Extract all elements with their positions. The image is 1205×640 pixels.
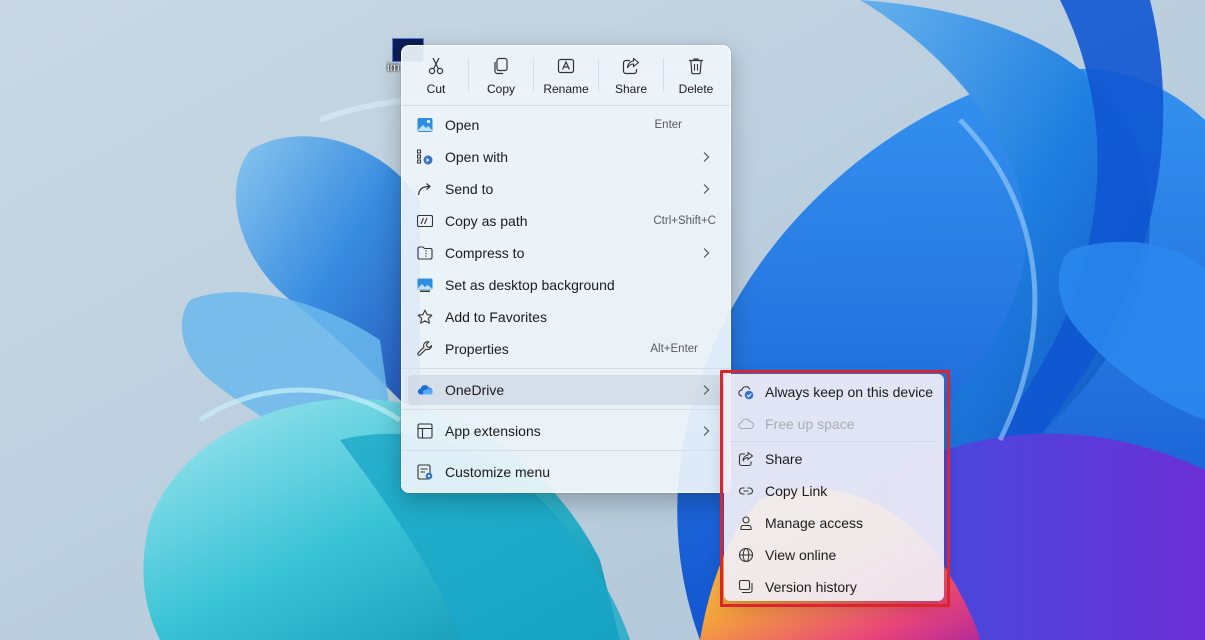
submenu-item-free-up-space: Free up space bbox=[730, 409, 938, 439]
menu-item-set-desktop-background[interactable]: Set as desktop background bbox=[408, 270, 724, 300]
context-menu: Cut Copy Rename Share Delete Open Enter … bbox=[401, 45, 731, 493]
menu-item-label: Open with bbox=[445, 149, 509, 165]
menu-item-label: Copy as path bbox=[445, 213, 528, 229]
submenu-item-label: View online bbox=[765, 547, 837, 563]
send-to-icon bbox=[417, 183, 431, 196]
menu-separator bbox=[402, 409, 730, 410]
submenu-item-label: Copy Link bbox=[765, 483, 828, 499]
submenu-item-view-online[interactable]: View online bbox=[730, 540, 938, 570]
cloud-check-icon bbox=[738, 386, 754, 400]
image-icon bbox=[417, 118, 433, 132]
shortcut-text: Alt+Enter bbox=[650, 343, 698, 355]
toolbar-divider bbox=[663, 58, 664, 92]
delete-icon bbox=[689, 58, 703, 75]
submenu-item-label: Always keep on this device bbox=[765, 384, 934, 400]
chevron-right-icon bbox=[703, 385, 710, 395]
person-icon bbox=[740, 516, 752, 531]
submenu-separator bbox=[730, 441, 938, 442]
menu-item-app-extensions[interactable]: App extensions bbox=[408, 416, 724, 446]
menu-separator bbox=[402, 105, 730, 106]
share-button[interactable]: Share bbox=[603, 52, 659, 102]
star-icon bbox=[417, 309, 433, 324]
menu-separator bbox=[402, 368, 730, 369]
delete-label: Delete bbox=[678, 82, 714, 96]
desktop-file-label: im bbox=[387, 60, 400, 74]
menu-item-open[interactable]: Open Enter bbox=[408, 110, 724, 140]
menu-item-label: Open bbox=[445, 117, 480, 133]
submenu-item-label: Version history bbox=[765, 579, 857, 595]
link-icon bbox=[739, 487, 753, 495]
copy-path-icon bbox=[417, 214, 433, 228]
chevron-right-icon bbox=[703, 152, 710, 162]
submenu-item-version-history[interactable]: Version history bbox=[730, 572, 938, 602]
copy-button[interactable]: Copy bbox=[473, 52, 529, 102]
toolbar-divider bbox=[533, 58, 534, 92]
globe-icon bbox=[738, 547, 754, 563]
submenu-item-label: Manage access bbox=[765, 515, 864, 531]
chevron-right-icon bbox=[703, 184, 710, 194]
submenu-item-copy-link[interactable]: Copy Link bbox=[730, 476, 938, 506]
menu-item-label: OneDrive bbox=[445, 382, 505, 398]
menu-item-properties[interactable]: Properties Alt+Enter bbox=[408, 334, 724, 364]
menu-item-open-with[interactable]: Open with bbox=[408, 142, 724, 172]
shortcut-text: Ctrl+Shift+C bbox=[653, 215, 716, 227]
cloud-icon bbox=[738, 418, 754, 430]
menu-item-add-to-favorites[interactable]: Add to Favorites bbox=[408, 302, 724, 332]
version-history-icon bbox=[738, 579, 753, 594]
toolbar-divider bbox=[468, 58, 469, 92]
cut-label: Cut bbox=[426, 82, 446, 96]
menu-separator bbox=[402, 450, 730, 451]
rename-icon bbox=[557, 58, 575, 74]
zip-folder-icon bbox=[417, 246, 433, 260]
toolbar-divider bbox=[598, 58, 599, 92]
chevron-right-icon bbox=[703, 426, 710, 436]
menu-item-send-to[interactable]: Send to bbox=[408, 174, 724, 204]
cut-button[interactable]: Cut bbox=[408, 52, 464, 102]
menu-item-label: Compress to bbox=[445, 245, 525, 261]
submenu-item-share[interactable]: Share bbox=[730, 444, 938, 474]
menu-item-label: Set as desktop background bbox=[445, 277, 615, 293]
submenu-item-manage-access[interactable]: Manage access bbox=[730, 508, 938, 538]
menu-item-label: Customize menu bbox=[445, 464, 551, 480]
desktop-background-icon bbox=[417, 278, 433, 292]
chevron-right-icon bbox=[703, 248, 710, 258]
app-extensions-icon bbox=[417, 423, 433, 439]
menu-item-copy-as-path[interactable]: Copy as path Ctrl+Shift+C bbox=[408, 206, 724, 236]
share-label: Share bbox=[614, 82, 648, 96]
submenu-item-label: Free up space bbox=[765, 416, 855, 432]
menu-item-label: Properties bbox=[445, 341, 509, 357]
wrench-icon bbox=[417, 341, 433, 356]
open-with-icon bbox=[417, 149, 433, 165]
onedrive-submenu: Always keep on this device Free up space… bbox=[724, 374, 944, 601]
share-icon bbox=[738, 451, 754, 467]
copy-label: Copy bbox=[486, 82, 515, 96]
menu-item-customize-menu[interactable]: Customize menu bbox=[408, 457, 724, 487]
delete-button[interactable]: Delete bbox=[668, 52, 724, 102]
menu-item-compress-to[interactable]: Compress to bbox=[408, 238, 724, 268]
onedrive-cloud-icon bbox=[417, 385, 433, 395]
customize-menu-icon bbox=[417, 464, 433, 480]
share-icon bbox=[622, 57, 640, 75]
menu-item-label: Send to bbox=[445, 181, 494, 197]
cut-icon bbox=[428, 57, 444, 75]
menu-item-label: App extensions bbox=[445, 423, 541, 439]
submenu-item-label: Share bbox=[765, 451, 803, 467]
copy-icon bbox=[494, 57, 508, 75]
shortcut-text: Enter bbox=[654, 119, 683, 131]
menu-item-label: Add to Favorites bbox=[445, 309, 547, 325]
menu-item-onedrive[interactable]: OneDrive bbox=[408, 375, 724, 405]
rename-label: Rename bbox=[543, 82, 589, 96]
rename-button[interactable]: Rename bbox=[538, 52, 594, 102]
context-menu-toolbar: Cut Copy Rename Share Delete bbox=[402, 46, 730, 104]
submenu-item-always-keep[interactable]: Always keep on this device bbox=[730, 377, 938, 407]
